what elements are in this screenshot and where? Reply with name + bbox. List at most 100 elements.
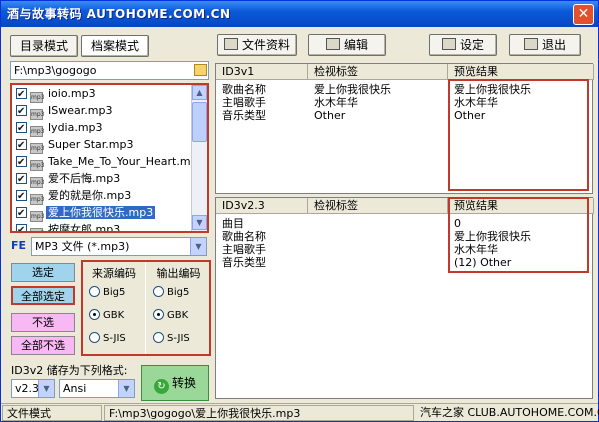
- scroll-down-icon[interactable]: ▼: [192, 215, 207, 230]
- status-mode: 文件模式: [2, 405, 102, 421]
- file-name: ioio.mp3: [48, 87, 96, 100]
- file-list-scrollbar[interactable]: ▲ ▼: [191, 85, 207, 231]
- id3v2-cell: 音乐类型: [222, 256, 266, 269]
- select-all-button[interactable]: 全部选定: [11, 286, 75, 305]
- edit-button[interactable]: 编辑: [308, 34, 386, 56]
- chevron-down-icon[interactable]: ▼: [118, 380, 134, 397]
- file-info-button[interactable]: 文件资料: [217, 34, 297, 56]
- radio-dot-icon[interactable]: [153, 286, 164, 297]
- id3v2-header-0[interactable]: ID3v2.3: [216, 198, 308, 214]
- file-checkbox[interactable]: [16, 188, 27, 205]
- file-row[interactable]: mp3ioio.mp3: [12, 85, 207, 103]
- select-button[interactable]: 选定: [11, 263, 75, 282]
- settings-icon: [441, 38, 456, 50]
- exit-icon: [523, 38, 538, 50]
- source-radio-sjis[interactable]: S-JIS: [89, 332, 126, 344]
- file-name: Super Star.mp3: [48, 138, 134, 151]
- source-radio-big5[interactable]: Big5: [89, 286, 125, 298]
- settings-button[interactable]: 设定: [429, 34, 497, 56]
- id3v2-header-1[interactable]: 检视标签: [308, 198, 448, 214]
- output-radio-sjis[interactable]: S-JIS: [153, 332, 190, 344]
- chevron-down-icon[interactable]: ▼: [38, 380, 54, 397]
- file-list[interactable]: mp3ioio.mp3mp3ISwear.mp3mp3lydia.mp3mp3S…: [10, 83, 209, 233]
- file-name: 按摩女郎.mp3: [48, 223, 121, 233]
- id3v1-cell: 主唱歌手: [222, 96, 266, 109]
- radio-label: S-JIS: [167, 333, 190, 344]
- radio-label: GBK: [103, 310, 125, 321]
- file-checkbox[interactable]: [16, 103, 27, 120]
- file-row[interactable]: mp3Take_Me_To_Your_Heart.mp3: [12, 153, 207, 171]
- file-type-value: MP3 文件 (*.mp3): [35, 240, 130, 253]
- radio-dot-icon[interactable]: [153, 332, 164, 343]
- source-encoding-group: 来源编码 Big5 GBK S-JIS: [83, 262, 146, 354]
- radio-dot-icon[interactable]: [89, 332, 100, 343]
- id3v1-cell: 水木年华: [314, 96, 358, 109]
- settings-label: 设定: [459, 38, 484, 52]
- exit-button[interactable]: 退出: [509, 34, 581, 56]
- file-checkbox[interactable]: [16, 137, 27, 154]
- output-radio-big5[interactable]: Big5: [153, 286, 189, 298]
- file-name: lydia.mp3: [48, 121, 103, 134]
- file-row[interactable]: mp3爱的就是你.mp3: [12, 187, 207, 205]
- radio-label: GBK: [167, 310, 189, 321]
- file-row[interactable]: mp3爱不后悔.mp3: [12, 170, 207, 188]
- file-name: ISwear.mp3: [48, 104, 113, 117]
- id3v1-header-0[interactable]: ID3v1: [216, 64, 308, 80]
- close-button[interactable]: ✕: [573, 4, 594, 25]
- deselect-button[interactable]: 不选: [11, 313, 75, 332]
- folder-icon[interactable]: [194, 64, 207, 76]
- output-encoding-group: 输出编码 Big5 GBK S-JIS: [147, 262, 210, 354]
- file-checkbox[interactable]: [16, 222, 27, 231]
- filter-label: FE: [11, 239, 27, 252]
- file-row[interactable]: mp3 按摩女郎.mp3: [12, 221, 207, 233]
- file-checkbox[interactable]: [16, 120, 27, 137]
- edit-label: 编辑: [343, 38, 368, 52]
- id3v1-cell: 歌曲名称: [222, 83, 266, 96]
- scroll-thumb[interactable]: [192, 102, 207, 142]
- file-type-select[interactable]: MP3 文件 (*.mp3) ▼: [31, 237, 207, 256]
- refresh-icon: ↻: [153, 379, 169, 394]
- id3v1-cell: 爱上你我很快乐: [314, 83, 391, 96]
- radio-dot-icon[interactable]: [153, 309, 164, 320]
- file-checkbox[interactable]: [16, 171, 27, 188]
- file-name: 爱的就是你.mp3: [48, 189, 132, 202]
- convert-label: 转换: [171, 376, 196, 390]
- file-row[interactable]: mp3lydia.mp3: [12, 119, 207, 137]
- exit-label: 退出: [541, 38, 566, 52]
- file-checkbox[interactable]: [16, 154, 27, 171]
- id3v1-header-1[interactable]: 检视标签: [308, 64, 448, 80]
- radio-dot-icon[interactable]: [89, 286, 100, 297]
- file-row[interactable]: mp3ISwear.mp3: [12, 102, 207, 120]
- title-bar[interactable]: 酒与故事转码 AUTOHOME.COM.CN ✕: [1, 1, 598, 27]
- chevron-down-icon[interactable]: ▼: [190, 238, 206, 255]
- charset-select[interactable]: Ansi ▼: [59, 379, 135, 398]
- path-text: F:\mp3\gogogo: [14, 64, 97, 77]
- file-name: Take_Me_To_Your_Heart.mp3: [48, 155, 205, 168]
- output-encoding-title: 输出编码: [156, 267, 201, 280]
- deselect-all-button[interactable]: 全部不选: [11, 336, 75, 355]
- status-brand: 汽车之家 CLUB.AUTOHOME.COM.CN: [420, 406, 599, 419]
- mp3-file-icon: mp3: [30, 228, 44, 231]
- convert-button[interactable]: ↻ 转换: [141, 365, 209, 401]
- radio-label: S-JIS: [103, 333, 126, 344]
- file-row[interactable]: mp3爱上你我很快乐.mp3: [12, 204, 207, 222]
- radio-dot-icon[interactable]: [89, 309, 100, 320]
- scroll-up-icon[interactable]: ▲: [192, 85, 207, 100]
- id3v1-header-2[interactable]: 预览结果: [448, 64, 594, 80]
- radio-label: Big5: [103, 287, 126, 298]
- id3-version-select[interactable]: v2.3 ▼: [11, 379, 55, 398]
- source-encoding-title: 来源编码: [92, 267, 136, 280]
- path-field[interactable]: F:\mp3\gogogo: [10, 61, 209, 80]
- app-window: 酒与故事转码 AUTOHOME.COM.CN ✕ 目录模式 档案模式 文件资料 …: [0, 0, 599, 422]
- file-checkbox[interactable]: [16, 86, 27, 103]
- file-row[interactable]: mp3Super Star.mp3: [12, 136, 207, 154]
- id3v1-cell: 音乐类型: [222, 109, 266, 122]
- window-title: 酒与故事转码 AUTOHOME.COM.CN: [7, 7, 231, 21]
- dir-mode-button[interactable]: 目录模式: [10, 35, 78, 57]
- radio-label: Big5: [167, 287, 190, 298]
- file-mode-button[interactable]: 档案模式: [81, 35, 149, 57]
- source-radio-gbk[interactable]: GBK: [89, 309, 124, 321]
- charset-value: Ansi: [63, 382, 87, 395]
- output-radio-gbk[interactable]: GBK: [153, 309, 188, 321]
- file-checkbox[interactable]: [16, 205, 27, 222]
